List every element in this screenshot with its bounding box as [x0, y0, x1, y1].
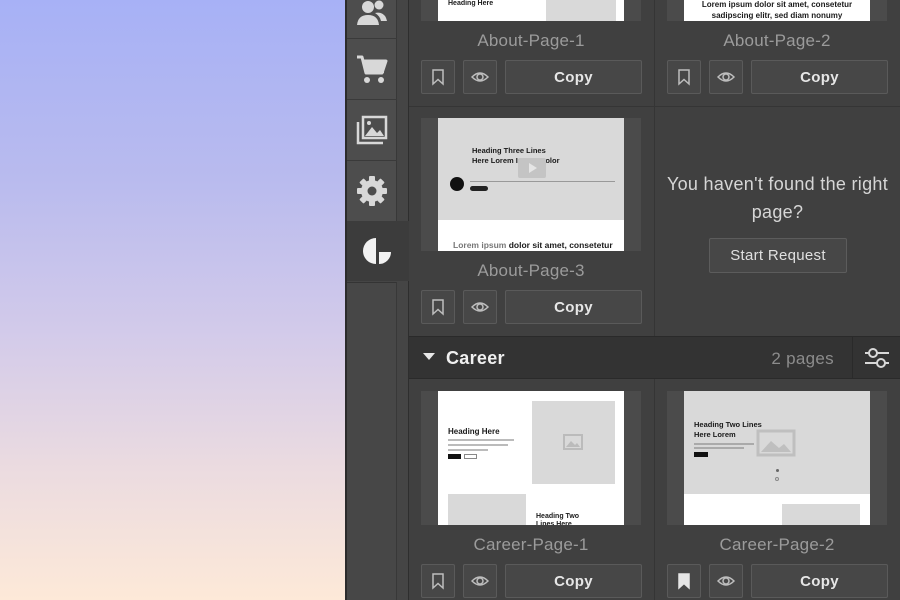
page-name: About-Page-2 [723, 31, 831, 50]
play-icon [518, 158, 546, 178]
page-name: Career-Page-1 [473, 535, 589, 554]
bookmark-button[interactable] [667, 60, 701, 94]
cart-icon [356, 55, 387, 83]
thumb-text-line: sadipscing elitr, sed diam nonumy [711, 11, 843, 20]
section-header-career[interactable]: Career 2 pages [409, 336, 900, 379]
preview-button[interactable] [463, 60, 497, 94]
bookmark-button[interactable] [421, 290, 455, 324]
bookmark-icon [432, 69, 444, 86]
bookmark-button[interactable] [421, 564, 455, 598]
bookmark-button-active[interactable] [667, 564, 701, 598]
image-placeholder-icon [563, 434, 583, 450]
rail-item-users[interactable] [347, 0, 397, 38]
rail-item-templates[interactable] [347, 221, 409, 281]
copy-button[interactable]: Copy [505, 564, 642, 598]
pie-chart-icon [363, 238, 391, 264]
filter-button[interactable] [852, 337, 900, 378]
users-icon [356, 0, 387, 25]
thumb-text-line: Lorem ipsum dolor sit amet, consetetur [701, 0, 853, 9]
about-page-2-thumbnail[interactable]: Lorem ipsum dolor sit amet, consetetur s… [667, 0, 887, 21]
thumb-heading: Heading Three Lines Here Lorem Ipsum Dol… [472, 146, 560, 165]
preview-button[interactable] [709, 564, 743, 598]
career-page-2-thumbnail[interactable]: Heading Two Lines Here Lorem [667, 391, 887, 525]
images-icon [356, 115, 387, 145]
copy-button[interactable]: Copy [751, 564, 888, 598]
rail-item-media[interactable] [347, 100, 397, 160]
thumb-heading: Heading Here [448, 427, 500, 436]
icon-rail [347, 0, 409, 600]
eye-icon [471, 72, 489, 82]
start-request-button[interactable]: Start Request [709, 238, 847, 273]
section-title: Career [446, 348, 505, 368]
copy-button[interactable]: Copy [505, 60, 642, 94]
about-page-1-thumbnail[interactable]: Heading Here [421, 0, 641, 21]
page-name: About-Page-3 [477, 261, 585, 280]
copy-button[interactable]: Copy [505, 290, 642, 324]
section-page-count: 2 pages [771, 349, 834, 368]
copy-button[interactable]: Copy [751, 60, 888, 94]
preview-button[interactable] [463, 564, 497, 598]
eye-icon [717, 576, 735, 586]
thumb-footer: Lorem ipsum dolor sit amet, consetetur [453, 240, 613, 250]
request-prompt: You haven't found the right page? [666, 174, 889, 222]
bookmark-filled-icon [678, 573, 690, 590]
page-name: Career-Page-2 [719, 535, 835, 554]
thumb-heading: Heading Two Lines Here [536, 513, 580, 525]
bookmark-icon [432, 299, 444, 316]
canvas-preview [0, 0, 345, 600]
about-page-3-thumbnail[interactable]: Heading Three Lines Here Lorem Ipsum Dol… [421, 118, 641, 251]
career-page-1-thumbnail[interactable]: Heading Here Heading Two Lines Here [421, 391, 641, 525]
bookmark-icon [678, 69, 690, 86]
sliders-icon [864, 347, 889, 368]
bookmark-button[interactable] [421, 60, 455, 94]
thumb-dot [450, 177, 464, 191]
gear-icon [356, 176, 387, 206]
eye-icon [717, 72, 735, 82]
preview-button[interactable] [463, 290, 497, 324]
preview-button[interactable] [709, 60, 743, 94]
rail-item-settings[interactable] [347, 161, 397, 221]
collapse-arrow-icon[interactable] [423, 353, 435, 360]
eye-icon [471, 576, 489, 586]
thumb-heading: Heading Here [448, 0, 494, 7]
bookmark-icon [432, 573, 444, 590]
page-name: About-Page-1 [477, 31, 585, 50]
image-placeholder-icon [756, 429, 796, 457]
eye-icon [471, 302, 489, 312]
rail-item-store[interactable] [347, 39, 397, 99]
